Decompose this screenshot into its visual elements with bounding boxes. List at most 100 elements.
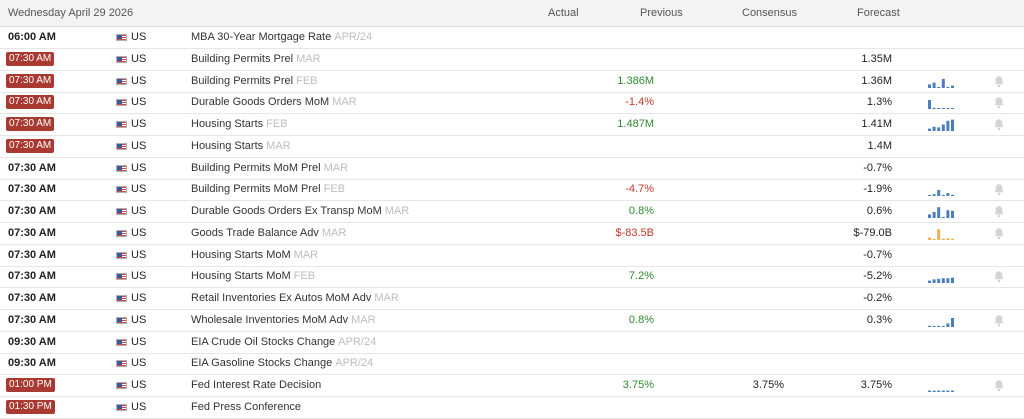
event-name-link[interactable]: MBA 30-Year Mortgage Rate APR/24 xyxy=(191,31,372,44)
event-name[interactable]: Fed Press Conference xyxy=(191,401,301,413)
bell-icon[interactable] xyxy=(993,227,1005,240)
event-name-link[interactable]: Retail Inventories Ex Autos MoM Adv MAR xyxy=(191,292,399,305)
sparkline-bar xyxy=(946,210,950,218)
history-sparkline[interactable] xyxy=(928,118,954,131)
bell-icon[interactable] xyxy=(993,118,1005,131)
event-name-link[interactable]: Building Permits Prel FEB xyxy=(191,75,318,88)
event-name-link[interactable]: EIA Gasoline Stocks Change APR/24 xyxy=(191,357,373,370)
event-name[interactable]: Building Permits Prel xyxy=(191,53,293,65)
event-name[interactable]: EIA Crude Oil Stocks Change xyxy=(191,336,335,348)
event-row[interactable]: 07:30 AM US Building Permits Prel FEB 1.386M… xyxy=(0,71,1024,93)
event-name[interactable]: Building Permits Prel xyxy=(191,75,293,87)
event-time: 09:30 AM xyxy=(8,357,56,370)
event-time: 07:30 AM xyxy=(8,270,56,283)
event-name[interactable]: Fed Interest Rate Decision xyxy=(191,379,321,391)
event-row[interactable]: 07:30 AM US Durable Goods Orders Ex Transp… xyxy=(0,201,1024,223)
event-row[interactable]: 07:30 AM US Durable Goods Orders MoM MAR -1.… xyxy=(0,92,1024,115)
header-forecast[interactable]: Forecast xyxy=(857,7,900,19)
event-country: US xyxy=(131,52,147,65)
header-previous[interactable]: Previous xyxy=(640,7,683,19)
event-name[interactable]: EIA Gasoline Stocks Change xyxy=(191,357,332,369)
event-forecast: 0.3% xyxy=(866,313,892,326)
history-sparkline[interactable] xyxy=(928,270,954,284)
event-row[interactable]: 07:30 AM US Building Permits Prel MAR 1.35M xyxy=(0,49,1024,71)
economic-calendar: Wednesday April 29 2026 Actual Previous … xyxy=(0,0,1024,419)
event-name[interactable]: Housing Starts MoM xyxy=(191,249,291,261)
event-name[interactable]: MBA 30-Year Mortgage Rate xyxy=(191,31,331,43)
history-sparkline[interactable] xyxy=(928,314,954,327)
sparkline-bar xyxy=(928,214,931,218)
sparkline-bar xyxy=(932,390,936,392)
event-row[interactable]: 06:00 AM US MBA 30-Year Mortgage Rate APR/2… xyxy=(0,27,1024,49)
event-name-link[interactable]: Building Permits Prel MAR xyxy=(191,53,321,66)
event-name[interactable]: Housing Starts MoM xyxy=(191,270,291,282)
event-name-link[interactable]: Housing Starts FEB xyxy=(191,118,288,131)
event-row[interactable]: 07:30 AM US Building Permits MoM Prel MAR -0… xyxy=(0,158,1024,180)
sparkline-bar xyxy=(941,78,945,88)
us-flag-icon xyxy=(116,382,127,389)
event-name[interactable]: Durable Goods Orders MoM xyxy=(191,96,329,108)
event-row[interactable]: 07:30 AM US Wholesale Inventories MoM Adv M… xyxy=(0,310,1024,332)
bell-icon[interactable] xyxy=(993,96,1005,109)
event-forecast: 0.6% xyxy=(866,205,892,217)
bell-icon[interactable] xyxy=(993,379,1005,392)
bell-icon[interactable] xyxy=(993,205,1005,218)
sparkline-bar xyxy=(928,83,931,88)
sparkline-bar xyxy=(946,120,950,131)
event-previous: 0.8% xyxy=(628,313,654,326)
event-name-link[interactable]: Fed Press Conference xyxy=(191,401,304,414)
event-name[interactable]: Wholesale Inventories MoM Adv xyxy=(191,314,348,326)
event-name-link[interactable]: Goods Trade Balance Adv MAR xyxy=(191,227,346,240)
history-sparkline[interactable] xyxy=(928,183,954,197)
event-name-link[interactable]: Building Permits MoM Prel FEB xyxy=(191,183,345,196)
event-row[interactable]: 01:30 PM US Fed Press Conference xyxy=(0,397,1024,419)
us-flag-icon xyxy=(116,99,127,107)
history-sparkline[interactable] xyxy=(928,205,954,218)
header-actual[interactable]: Actual xyxy=(548,7,579,19)
bell-icon[interactable] xyxy=(993,270,1005,283)
event-row[interactable]: 09:30 AM US EIA Gasoline Stocks Change APR/… xyxy=(0,353,1024,376)
bell-icon[interactable] xyxy=(993,314,1005,327)
event-name-link[interactable]: EIA Crude Oil Stocks Change APR/24 xyxy=(191,336,376,349)
header-consensus[interactable]: Consensus xyxy=(742,7,797,19)
event-name[interactable]: Goods Trade Balance Adv xyxy=(191,227,319,239)
history-sparkline[interactable] xyxy=(928,379,954,392)
sparkline-bar xyxy=(941,390,945,392)
event-name[interactable]: Building Permits MoM Prel xyxy=(191,162,321,174)
event-name-link[interactable]: Housing Starts MoM FEB xyxy=(191,270,315,283)
event-name[interactable]: Housing Starts xyxy=(191,118,263,130)
history-sparkline[interactable] xyxy=(928,75,954,88)
event-row[interactable]: 07:30 AM US Housing Starts MoM FEB 7.2% -5.2% xyxy=(0,266,1024,289)
sparkline-bar xyxy=(941,195,945,197)
event-row[interactable]: 09:30 AM US EIA Crude Oil Stocks Change APR… xyxy=(0,332,1024,354)
event-row[interactable]: 07:30 AM US Housing Starts MoM MAR -0.7% xyxy=(0,245,1024,267)
event-row[interactable]: 07:30 AM US Goods Trade Balance Adv MAR $-83… xyxy=(0,223,1024,245)
event-name[interactable]: Durable Goods Orders Ex Transp MoM xyxy=(191,205,382,217)
sparkline-bar xyxy=(928,390,931,392)
event-name-link[interactable]: Housing Starts MoM MAR xyxy=(191,249,318,262)
event-name[interactable]: Building Permits MoM Prel xyxy=(191,183,321,195)
event-name-link[interactable]: Wholesale Inventories MoM Adv MAR xyxy=(191,314,376,327)
event-name-link[interactable]: Durable Goods Orders MoM MAR xyxy=(191,96,357,109)
event-time: 07:30 AM xyxy=(8,248,56,261)
event-name-link[interactable]: Durable Goods Orders Ex Transp MoM MAR xyxy=(191,205,409,218)
event-name[interactable]: Retail Inventories Ex Autos MoM Adv xyxy=(191,292,371,304)
sparkline-bar xyxy=(932,279,936,284)
event-row[interactable]: 07:30 AM US Retail Inventories Ex Autos Mo… xyxy=(0,288,1024,310)
event-previous: $-83.5B xyxy=(615,226,654,239)
sparkline-bar xyxy=(937,207,941,218)
event-row[interactable]: 07:30 AM US Housing Starts FEB 1.487M 1.41M xyxy=(0,114,1024,136)
event-row[interactable]: 07:30 AM US Housing Starts MAR 1.4M xyxy=(0,136,1024,158)
bell-icon[interactable] xyxy=(993,75,1005,88)
sparkline-bar xyxy=(932,108,936,110)
event-name-link[interactable]: Fed Interest Rate Decision xyxy=(191,379,324,392)
event-country: US xyxy=(131,400,147,413)
event-name-link[interactable]: Housing Starts MAR xyxy=(191,140,291,153)
history-sparkline[interactable] xyxy=(928,96,954,110)
history-sparkline[interactable] xyxy=(928,227,954,240)
event-row[interactable]: 01:00 PM US Fed Interest Rate Decision 3.75… xyxy=(0,375,1024,397)
event-name[interactable]: Housing Starts xyxy=(191,140,263,152)
bell-icon[interactable] xyxy=(993,183,1005,196)
event-name-link[interactable]: Building Permits MoM Prel MAR xyxy=(191,162,348,175)
event-row[interactable]: 07:30 AM US Building Permits MoM Prel FEB -4… xyxy=(0,179,1024,202)
